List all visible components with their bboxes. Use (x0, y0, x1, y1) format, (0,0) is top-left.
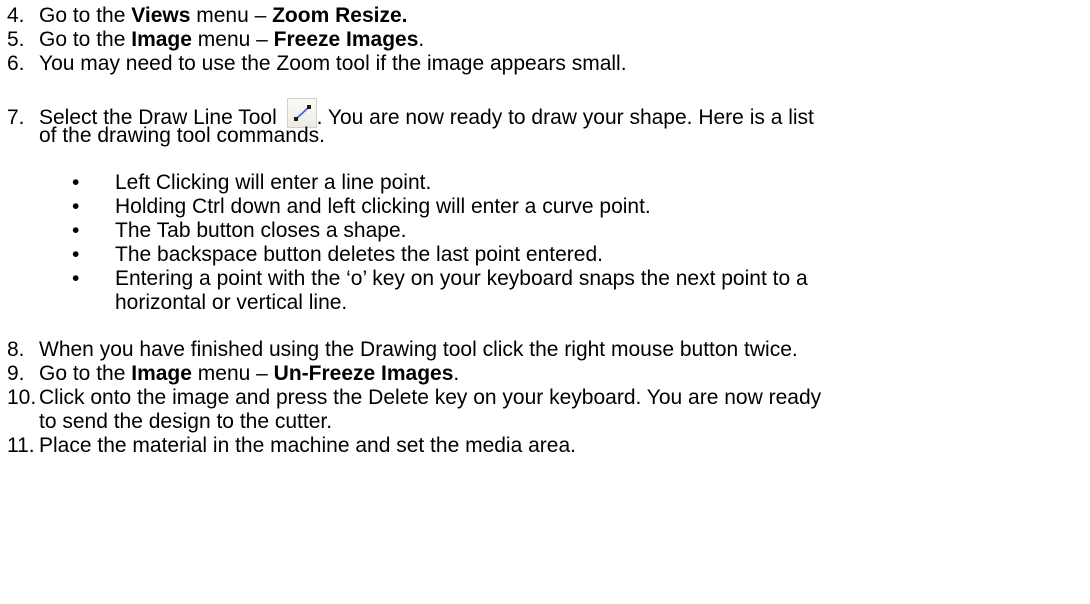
step-8: 8. When you have finished using the Drawi… (7, 338, 1087, 362)
step-9: 9. Go to the Image menu – Un-Freeze Image… (7, 362, 460, 385)
step-number: 4. (7, 4, 25, 27)
list-item: • The backspace button deletes the last p… (72, 243, 603, 266)
step-number: 9. (7, 362, 25, 385)
step-text: Click onto the image and press the Delet… (39, 386, 822, 409)
step-7-continuation: of the drawing tool commands. (39, 124, 325, 147)
step-6: 6. You may need to use the Zoom tool if t… (7, 52, 1087, 76)
step-11: 11. Place the material in the machine and… (7, 434, 1087, 458)
list-item-continuation: horizontal or vertical line. (115, 291, 348, 314)
step-number: 8. (7, 338, 25, 361)
step-4: 4. Go to the Views menu – Zoom Resize. (7, 4, 408, 27)
command-name: Freeze Images (273, 28, 419, 51)
command-name: Zoom Resize. (272, 4, 408, 27)
step-number: 7. (7, 106, 25, 129)
menu-name: Image (131, 28, 192, 51)
menu-name: Image (131, 362, 192, 385)
step-text: You may need to use the Zoom tool if the… (39, 52, 627, 75)
menu-name: Views (131, 4, 191, 27)
list-item: • Left Clicking will enter a line point. (72, 171, 432, 194)
step-number: 11. (7, 434, 35, 457)
list-item: • The Tab button closes a shape. (72, 219, 407, 242)
step-5: 5. Go to the Image menu – Freeze Images. (7, 28, 425, 51)
list-item: • Entering a point with the ‘o’ key on yo… (72, 267, 808, 290)
list-item: • Holding Ctrl down and left clicking wil… (72, 195, 651, 218)
command-name: Un-Freeze Images (273, 362, 454, 385)
step-10-continuation: to send the design to the cutter. (39, 410, 333, 433)
step-10: 10. Click onto the image and press the De… (7, 386, 1087, 410)
step-number: 5. (7, 28, 25, 51)
step-text: When you have finished using the Drawing… (39, 338, 798, 361)
step-number: 10. (7, 386, 37, 409)
step-text: Place the material in the machine and se… (39, 434, 576, 457)
step-number: 6. (7, 52, 25, 75)
